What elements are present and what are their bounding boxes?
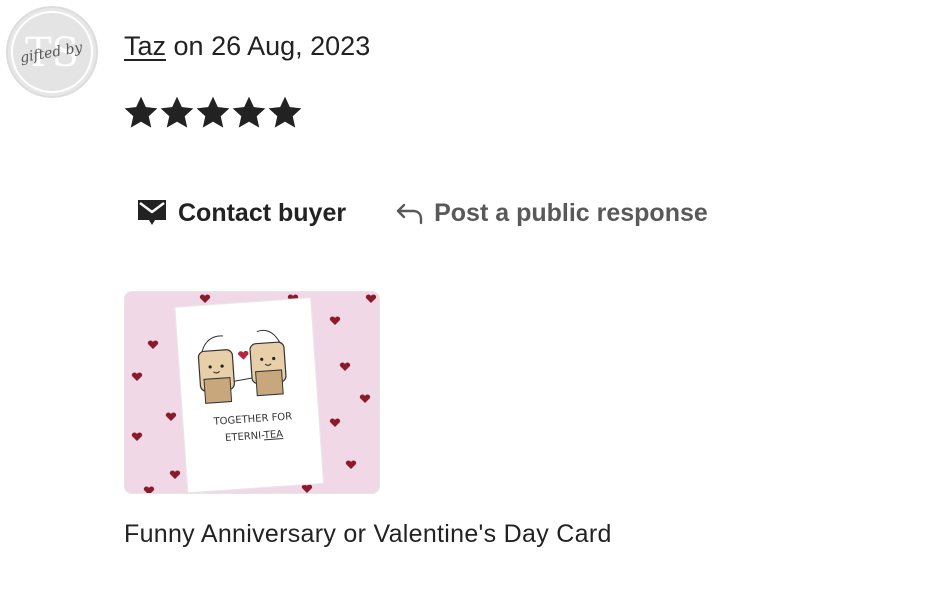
- product-image[interactable]: TOGETHER FOR ETERNI-TEA: [124, 291, 380, 494]
- greeting-card: TOGETHER FOR ETERNI-TEA: [174, 297, 325, 493]
- reply-arrow-icon: [396, 203, 423, 225]
- post-public-response-label: Post a public response: [434, 198, 708, 227]
- product-title-link[interactable]: Funny Anniversary or Valentine's Day Car…: [124, 518, 612, 550]
- reviewer-name-link[interactable]: Taz: [124, 31, 166, 61]
- star-icon: [124, 96, 158, 128]
- avatar-logo: TS gifted by: [11, 11, 93, 93]
- review-header: Taz on 26 Aug, 2023: [124, 30, 370, 62]
- star-icon: [268, 96, 302, 128]
- review-card: TS gifted by Taz on 26 Aug, 2023 Contact…: [0, 0, 942, 606]
- review-actions: Contact buyer Post a public response: [136, 198, 708, 228]
- star-icon: [196, 96, 230, 128]
- contact-buyer-label: Contact buyer: [178, 198, 347, 227]
- contact-buyer-button[interactable]: Contact buyer: [136, 198, 346, 228]
- star-rating: [124, 95, 302, 131]
- product-card-illustration: TOGETHER FOR ETERNI-TEA: [125, 292, 379, 493]
- reviewer-avatar[interactable]: TS gifted by: [6, 6, 98, 98]
- envelope-chat-icon: [138, 200, 166, 225]
- review-date: on 26 Aug, 2023: [166, 31, 371, 61]
- star-icon: [160, 96, 194, 128]
- star-icon: [232, 96, 266, 128]
- post-public-response-button[interactable]: Post a public response: [394, 199, 708, 228]
